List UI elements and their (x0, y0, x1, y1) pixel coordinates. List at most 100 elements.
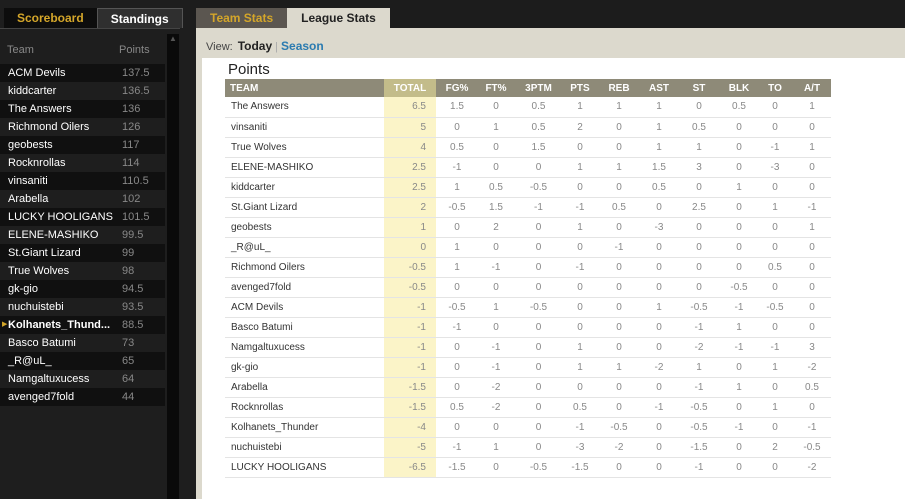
stat-cell: 0 (563, 277, 597, 298)
stat-cell: 0 (757, 217, 793, 238)
team-cell: St.Giant Lizard (225, 197, 384, 218)
stat-cell: 0 (757, 117, 793, 138)
column-header-to[interactable]: TO (757, 79, 793, 97)
stat-cell: 1.5 (514, 137, 563, 158)
standings-row[interactable]: nuchuistebi 93.5 (0, 298, 165, 316)
stat-cell: 0 (436, 277, 478, 298)
stat-cell: 1.5 (641, 157, 677, 178)
tab-standings[interactable]: Standings (96, 8, 183, 28)
stat-cell: 0 (793, 237, 831, 258)
column-header-ft[interactable]: FT% (478, 79, 514, 97)
column-header-at[interactable]: A/T (793, 79, 831, 97)
tab-scoreboard[interactable]: Scoreboard (4, 8, 97, 28)
stat-cell: 2.5 (384, 177, 436, 198)
standings-row[interactable]: ELENE-MASHIKO 99.5 (0, 226, 165, 244)
standings-row[interactable]: St.Giant Lizard 99 (0, 244, 165, 262)
standings-row[interactable]: True Wolves 98 (0, 262, 165, 280)
stat-cell: -1.5 (436, 457, 478, 478)
stat-cell: 0.5 (563, 397, 597, 418)
stat-cell: 0 (597, 317, 641, 338)
column-header-pts[interactable]: PTS (563, 79, 597, 97)
standings-row[interactable]: geobests 117 (0, 136, 165, 154)
standings-panel: Scoreboard Standings Team Points ACM Dev… (0, 0, 190, 499)
stat-cell: 1 (597, 157, 641, 178)
team-cell: ELENE-MASHIKO (225, 157, 384, 178)
standings-row[interactable]: Rocknrollas 114 (0, 154, 165, 172)
table-row: True Wolves 4 0.5 0 1.5 0 0 1 1 0 -1 1 (225, 137, 831, 158)
stat-cell: 3 (677, 157, 721, 178)
standings-row[interactable]: kiddcarter 136.5 (0, 82, 165, 100)
team-cell: Basco Batumi (225, 317, 384, 338)
stat-cell: -0.5 (436, 297, 478, 318)
standings-row[interactable]: ACM Devils 137.5 (0, 64, 165, 82)
column-header-total[interactable]: TOTAL (384, 79, 436, 97)
standings-row[interactable]: avenged7fold 44 (0, 388, 165, 406)
stat-cell: -0.5 (793, 437, 831, 458)
table-row: Arabella -1.5 0 -2 0 0 0 0 -1 1 0 0.5 (225, 377, 831, 398)
stat-cell: 0 (757, 377, 793, 398)
stat-cell: -2 (478, 377, 514, 398)
stat-cell: 1 (436, 177, 478, 198)
table-row: Rocknrollas -1.5 0.5 -2 0 0.5 0 -1 -0.5 0 1 0 (225, 397, 831, 418)
view-today[interactable]: Today (238, 39, 272, 53)
view-season-link[interactable]: Season (281, 39, 324, 53)
stat-cell: -0.5 (514, 457, 563, 478)
team-points: 99 (122, 247, 135, 259)
column-header-team[interactable]: TEAM (225, 79, 384, 97)
stat-cell: 0 (721, 137, 757, 158)
stat-cell: 0 (721, 157, 757, 178)
stat-cell: 0 (721, 257, 757, 278)
stat-cell: -1 (793, 197, 831, 218)
team-points: 93.5 (122, 301, 144, 313)
stat-cell: 0 (793, 117, 831, 138)
standings-row[interactable]: ▶ Kolhanets_Thund... 88.5 (0, 316, 165, 334)
selected-arrow-icon: ▶ (2, 321, 8, 328)
standings-row[interactable]: Richmond Oilers 126 (0, 118, 165, 136)
stat-cell: 0 (597, 297, 641, 318)
stat-cell: 0.5 (436, 137, 478, 158)
stat-cell: 5 (384, 117, 436, 138)
points-header: Points (119, 44, 150, 56)
team-cell: Arabella (225, 377, 384, 398)
stat-cell: 1 (641, 117, 677, 138)
stat-cell: 1 (793, 97, 831, 118)
team-name: Namgaltuxucess (8, 373, 90, 385)
team-cell: vinsaniti (225, 117, 384, 138)
tab-league-stats[interactable]: League Stats (287, 8, 390, 28)
stat-cell: -0.5 (384, 277, 436, 298)
standings-row[interactable]: LUCKY HOOLIGANS 101.5 (0, 208, 165, 226)
stat-cell: 0 (514, 257, 563, 278)
stat-cell: 0 (478, 317, 514, 338)
team-points: 99.5 (122, 229, 144, 241)
scroll-up-icon[interactable]: ▲ (169, 34, 177, 43)
column-header-ast[interactable]: AST (641, 79, 677, 97)
table-row: gk-gio -1 0 -1 0 1 1 -2 1 0 1 -2 (225, 357, 831, 378)
table-row: _R@uL_ 0 1 0 0 0 -1 0 0 0 0 0 (225, 237, 831, 258)
standings-row[interactable]: Basco Batumi 73 (0, 334, 165, 352)
stat-cell: -1 (641, 397, 677, 418)
standings-row[interactable]: gk-gio 94.5 (0, 280, 165, 298)
stat-cell: 1.5 (478, 197, 514, 218)
standings-row[interactable]: Arabella 102 (0, 190, 165, 208)
column-header-fg[interactable]: FG% (436, 79, 478, 97)
column-header-blk[interactable]: BLK (721, 79, 757, 97)
team-points: 64 (122, 373, 135, 385)
stat-cell: 0 (721, 457, 757, 478)
stat-cell: 0 (677, 97, 721, 118)
standings-row[interactable]: The Answers 136 (0, 100, 165, 118)
team-name: Arabella (8, 193, 49, 205)
scrollbar[interactable]: ▲ (167, 34, 179, 499)
team-points: 136 (122, 103, 141, 115)
stat-cell: 0 (436, 117, 478, 138)
column-header-3ptm[interactable]: 3PTM (514, 79, 563, 97)
standings-row[interactable]: vinsaniti 110.5 (0, 172, 165, 190)
stat-cell: 1 (563, 97, 597, 118)
team-name: Kolhanets_Thund... (8, 319, 111, 331)
team-cell: Namgaltuxucess (225, 337, 384, 358)
tab-team-stats[interactable]: Team Stats (196, 8, 288, 28)
column-header-reb[interactable]: REB (597, 79, 641, 97)
column-header-st[interactable]: ST (677, 79, 721, 97)
stat-cell: -0.5 (514, 297, 563, 318)
standings-row[interactable]: _R@uL_ 65 (0, 352, 165, 370)
standings-row[interactable]: Namgaltuxucess 64 (0, 370, 165, 388)
